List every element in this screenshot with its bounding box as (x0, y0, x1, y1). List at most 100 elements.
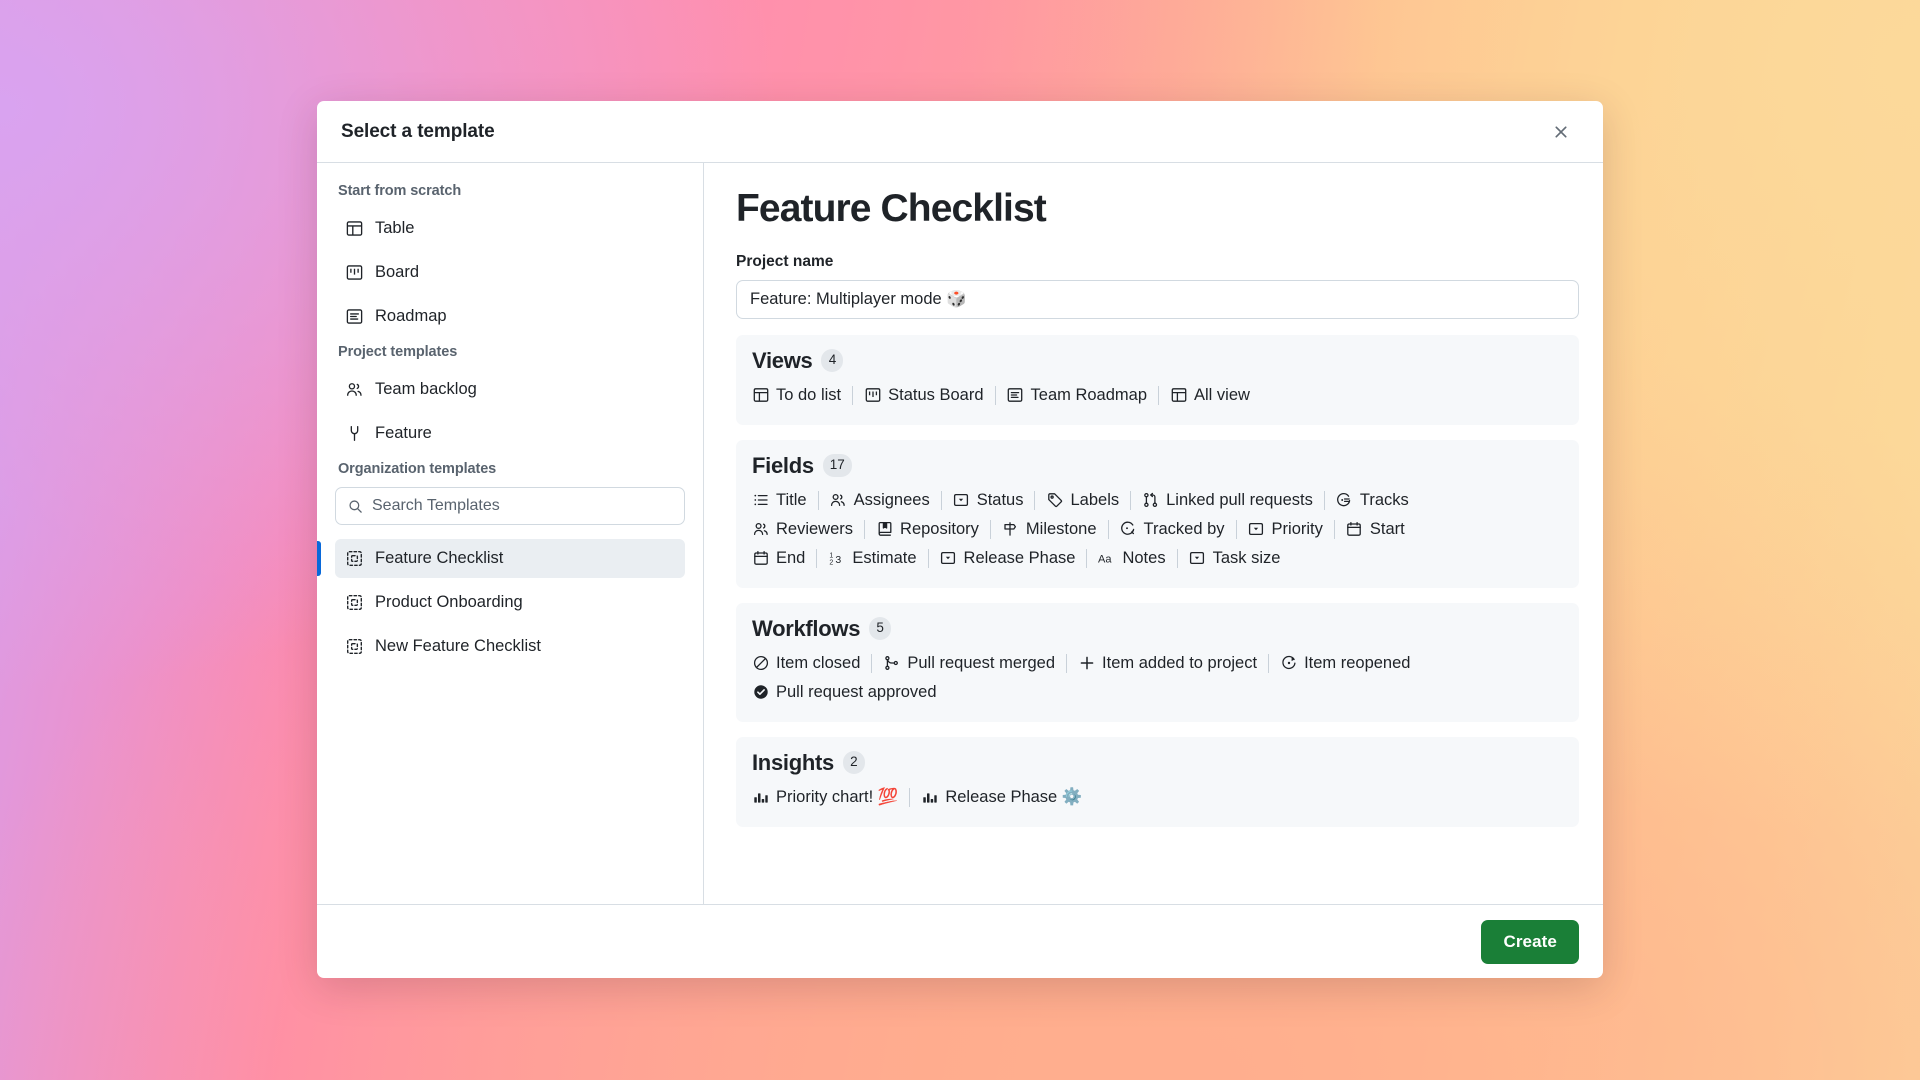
tools-icon (345, 425, 363, 443)
field-item-status: Status (953, 487, 1023, 514)
field-item-label: Labels (1070, 490, 1120, 509)
workflow-item-label: Pull request approved (776, 682, 937, 701)
insight-item-priority-chart: Priority chart! 💯 (752, 784, 898, 811)
field-item-priority: Priority (1248, 516, 1323, 543)
sidebar-section-title-scratch: Start from scratch (338, 183, 462, 199)
sidebar-item-product-onboarding[interactable]: Product Onboarding (335, 583, 685, 622)
svg-text:3: 3 (835, 554, 841, 566)
insights-list: Priority chart! 💯 Release Phase ⚙️ (752, 783, 1563, 812)
issue-reopened-icon (1280, 655, 1297, 672)
sidebar-item-feature[interactable]: Feature (335, 414, 685, 453)
view-item-to-do-list: To do list (752, 382, 841, 409)
field-item-label: Linked pull requests (1166, 490, 1313, 509)
table-icon (1170, 387, 1187, 404)
fields-card: Fields 17 Title Assignees Status Labels … (736, 439, 1579, 588)
sidebar-item-label: New Feature Checklist (375, 637, 541, 655)
board-icon (345, 264, 363, 282)
sidebar-item-label: Table (375, 219, 415, 237)
tracked-by-icon (1120, 521, 1137, 538)
field-item-reviewers: Reviewers (752, 516, 853, 543)
divider (1333, 519, 1335, 539)
sidebar-item-feature-checklist[interactable]: Feature Checklist (317, 539, 685, 578)
field-item-start: Start (1346, 516, 1405, 543)
field-item-end: End (752, 545, 805, 572)
page-title: Feature Checklist (736, 187, 1047, 230)
search-templates-box[interactable] (335, 487, 685, 525)
create-button[interactable]: Create (1481, 919, 1579, 964)
workflows-list: Item closed Pull request merged Item add… (752, 649, 1563, 707)
select-template-dialog: Select a template Start from scratch Tab… (317, 101, 1603, 978)
divider (1176, 548, 1178, 568)
divider (1158, 385, 1159, 405)
field-item-labels: Labels (1046, 487, 1119, 514)
divider (909, 787, 911, 807)
view-item-all-view: All view (1170, 382, 1250, 409)
close-icon[interactable] (1545, 116, 1577, 148)
divider (852, 385, 854, 405)
divider (927, 548, 929, 568)
single-select-icon (1248, 521, 1265, 538)
divider (940, 490, 942, 510)
workflow-item-pull-request-approved: Pull request approved (752, 679, 937, 706)
field-item-linked-pull-requests: Linked pull requests (1142, 487, 1313, 514)
sidebar-item-table[interactable]: Table (335, 209, 685, 248)
dialog-body: Start from scratch Table Board Roadmap P… (317, 163, 1603, 904)
divider (1268, 653, 1270, 673)
field-item-notes: Aa Notes (1098, 545, 1165, 572)
git-pull-request-icon (1142, 492, 1159, 509)
view-item-label: Status Board (888, 385, 984, 404)
views-count-badge: 4 (821, 349, 844, 372)
field-item-tracks: Tracks (1336, 487, 1409, 514)
sidebar-item-roadmap[interactable]: Roadmap (335, 297, 685, 336)
sidebar-item-label: Board (375, 263, 420, 281)
calendar-icon (1346, 521, 1363, 538)
workflow-item-label: Pull request merged (907, 653, 1056, 672)
sidebar-item-board[interactable]: Board (335, 253, 685, 292)
field-item-label: Release Phase (963, 548, 1076, 567)
workflow-item-item-reopened: Item reopened (1280, 650, 1410, 677)
template-icon (345, 550, 363, 568)
skip-circle-icon (752, 655, 769, 672)
field-item-label: Task size (1212, 548, 1281, 567)
number-icon: 123 (828, 550, 845, 567)
view-item-label: To do list (776, 385, 842, 404)
view-item-label: All view (1194, 385, 1250, 404)
view-item-team-roadmap: Team Roadmap (1007, 382, 1147, 409)
dialog-header: Select a template (317, 101, 1603, 163)
sidebar-item-label: Feature (375, 424, 432, 442)
field-item-label: Estimate (852, 548, 917, 567)
project-name-input[interactable] (736, 279, 1579, 319)
fields-card-header: Fields 17 (752, 453, 1563, 479)
template-sidebar: Start from scratch Table Board Roadmap P… (317, 163, 704, 904)
divider (871, 653, 873, 673)
field-item-tracked-by: Tracked by (1120, 516, 1225, 543)
search-icon (348, 499, 363, 514)
list-icon (752, 492, 769, 509)
single-select-icon (1189, 550, 1206, 567)
divider (816, 548, 818, 568)
table-icon (752, 387, 769, 404)
sidebar-item-team-backlog[interactable]: Team backlog (335, 370, 685, 409)
template-detail-panel: Feature Checklist Project name Views 4 T… (704, 163, 1603, 904)
git-merge-icon (883, 655, 900, 672)
view-item-status-board: Status Board (864, 382, 984, 409)
dialog-footer: Create (317, 904, 1603, 978)
divider (1066, 653, 1068, 673)
svg-text:Aa: Aa (1098, 554, 1112, 566)
search-input[interactable] (372, 497, 672, 515)
divider (1130, 490, 1132, 510)
field-item-title: Title (752, 487, 807, 514)
views-list: To do list Status Board Team Roadmap All… (752, 381, 1563, 410)
field-item-label: Title (776, 490, 807, 509)
template-icon (345, 594, 363, 612)
insights-heading: Insights (752, 749, 834, 775)
sidebar-item-label: Product Onboarding (375, 593, 523, 611)
sidebar-item-new-feature-checklist[interactable]: New Feature Checklist (335, 627, 685, 666)
board-icon (864, 387, 881, 404)
divider (1086, 548, 1088, 568)
workflows-count-badge: 5 (869, 617, 892, 640)
insights-card: Insights 2 Priority chart! 💯 Release Pha… (736, 736, 1579, 827)
divider (994, 385, 996, 405)
repo-icon (876, 521, 893, 538)
field-item-label: Milestone (1025, 519, 1097, 538)
